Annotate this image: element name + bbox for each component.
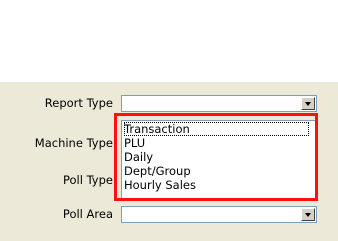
report-type-dropdown[interactable] bbox=[121, 95, 317, 112]
highlight-box bbox=[114, 113, 318, 201]
machine-type-label: Machine Type bbox=[34, 136, 113, 150]
poll-area-dropdown-button[interactable] bbox=[301, 208, 315, 221]
report-type-dropdown-button[interactable] bbox=[301, 97, 315, 110]
poll-area-dropdown[interactable] bbox=[121, 206, 317, 223]
poll-type-label: Poll Type bbox=[62, 173, 113, 187]
report-type-label: Report Type bbox=[44, 96, 113, 110]
poll-area-label: Poll Area bbox=[62, 207, 113, 221]
